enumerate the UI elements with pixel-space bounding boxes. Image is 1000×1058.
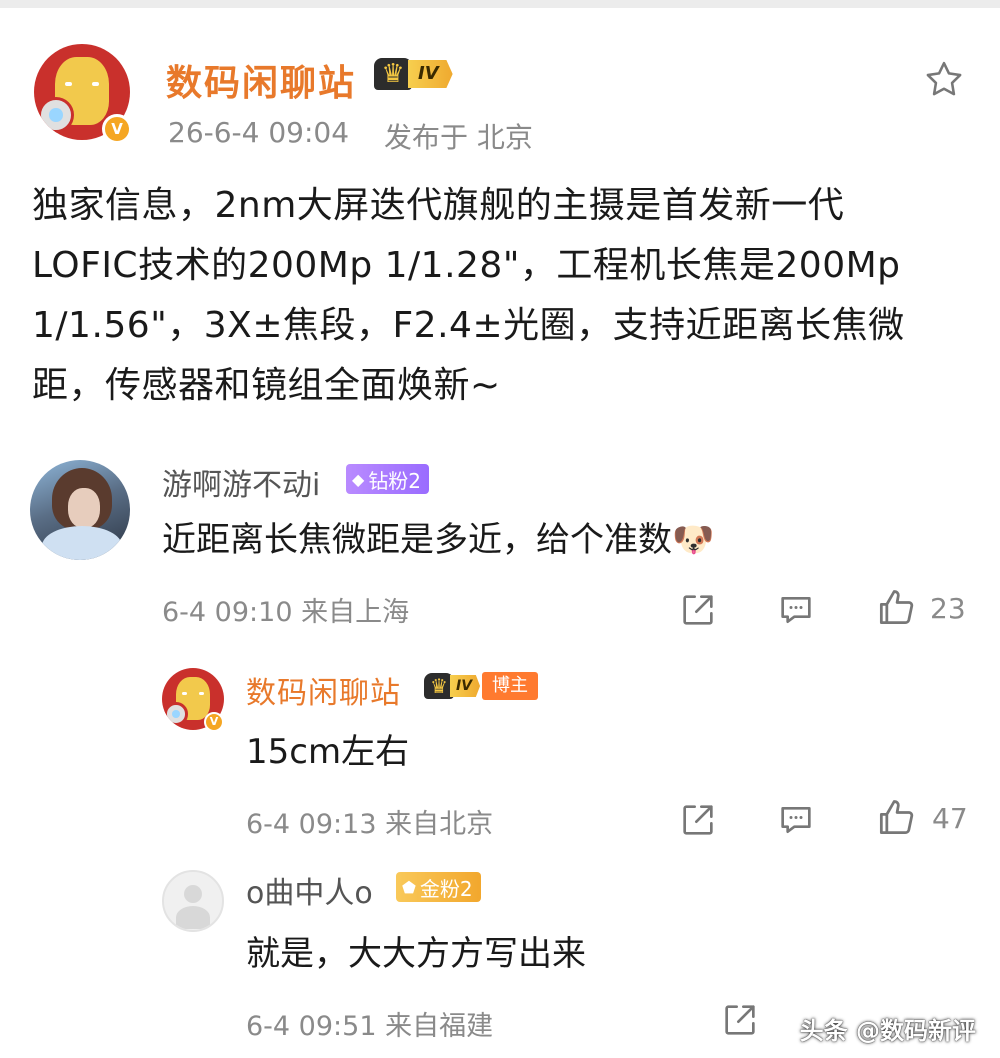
comment-icon[interactable] (776, 800, 816, 840)
top-divider (0, 0, 1000, 8)
like-icon[interactable] (874, 586, 918, 630)
member-level-badge[interactable]: ♛ IV (374, 58, 453, 90)
share-icon[interactable] (720, 1000, 760, 1040)
gold-fan-badge: ⬟ 金粉2 (396, 872, 481, 902)
verified-badge-icon: V (204, 712, 224, 732)
comment-text: 近距离长焦微距是多近，给个准数🐶 (162, 520, 715, 560)
crown-icon: ♛ (424, 673, 454, 699)
like-icon[interactable] (874, 796, 918, 840)
reply-author-name[interactable]: o曲中人o (246, 868, 373, 912)
watermark: 头条 @数码新评 (799, 1017, 976, 1045)
diamond-icon: ◆ (352, 469, 365, 489)
share-icon[interactable] (678, 800, 718, 840)
reply-text: 15cm左右 (246, 732, 410, 772)
doge-emoji-icon: 🐶 (672, 520, 715, 560)
member-level-badge[interactable]: ♛ IV 博主 (424, 672, 539, 700)
post-location: 发布于 北京 (384, 121, 533, 154)
crown-icon: ♛ (374, 58, 412, 90)
like-count: 23 (930, 592, 966, 625)
reply-meta: 6-4 09:51 来自福建 (246, 1011, 494, 1042)
reply-author-name[interactable]: 数码闲聊站 (246, 668, 401, 712)
share-icon[interactable] (678, 590, 718, 630)
post-body: 独家信息，2nm大屏迭代旗舰的主摄是首发新一代LOFIC技术的200Mp 1/1… (32, 185, 905, 406)
comment-meta: 6-4 09:10 来自上海 (162, 597, 410, 628)
post-time: 26-6-4 09:04 (168, 116, 350, 149)
reply-text: 就是，大大方方写出来 (246, 934, 586, 974)
reply-avatar[interactable] (162, 870, 224, 932)
diamond-fan-badge: ◆ 钻粉2 (346, 464, 430, 494)
commenter-avatar[interactable] (30, 460, 130, 560)
verified-badge-icon: V (102, 114, 132, 144)
star-icon[interactable] (922, 58, 966, 102)
blogger-badge: 博主 (482, 672, 539, 700)
like-count: 47 (932, 802, 968, 835)
reply-meta: 6-4 09:13 来自北京 (246, 809, 494, 840)
author-name[interactable]: 数码闲聊站 (166, 54, 356, 106)
commenter-name[interactable]: 游啊游不动i (162, 460, 320, 504)
gold-gem-icon: ⬟ (402, 877, 416, 897)
comment-icon[interactable] (776, 590, 816, 630)
